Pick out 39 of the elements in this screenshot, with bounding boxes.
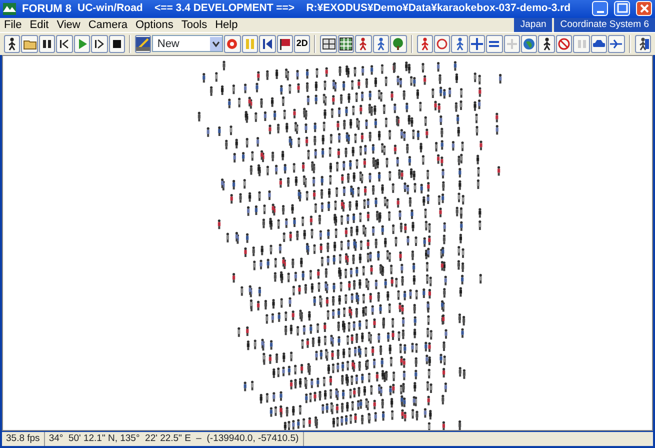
app-brand: FORUM 8 (22, 2, 72, 17)
map-grid-icon[interactable] (338, 34, 354, 53)
minimize-icon (596, 11, 604, 14)
menu-item[interactable]: Camera (84, 18, 132, 32)
app-logo-icon (3, 2, 16, 15)
flag-icon[interactable] (276, 34, 293, 53)
scene-combo-box[interactable]: New (152, 35, 224, 52)
menu-item[interactable]: Tools (177, 18, 212, 32)
plane-icon[interactable] (608, 34, 625, 53)
combo-value: New (157, 36, 180, 52)
menu-item[interactable]: View (52, 18, 84, 32)
2d-view-button[interactable]: 2D (294, 34, 310, 53)
no-entry-icon[interactable] (556, 34, 572, 53)
minimize-button[interactable] (592, 1, 608, 16)
skip-back-icon[interactable] (259, 34, 276, 53)
menu-panel-label[interactable]: Japan (512, 18, 552, 32)
menu-item[interactable]: Help (211, 18, 242, 32)
menu-item[interactable]: Options (131, 18, 178, 32)
maximize-button[interactable] (614, 1, 630, 16)
open-folder-icon[interactable] (21, 34, 38, 53)
step-forward-icon[interactable] (91, 34, 108, 53)
globe-icon[interactable] (521, 34, 538, 53)
faded-pause-icon[interactable] (573, 34, 590, 53)
menu-item[interactable]: File (0, 18, 26, 32)
menu-panel-label[interactable]: Coordinate System 6 (552, 18, 655, 32)
status-text: 34° 50' 12.1" N, 135° 22' 22.5" E – (-139940.0, -57410.5) (44, 432, 304, 446)
close-button[interactable] (636, 1, 652, 16)
status-text: 35.8 fps (2, 432, 45, 446)
tree-icon[interactable] (390, 34, 406, 53)
close-icon (638, 2, 650, 16)
grid-panel-icon[interactable] (320, 34, 337, 53)
stop-icon[interactable] (108, 34, 125, 53)
pause-icon[interactable] (38, 34, 56, 53)
person-icon[interactable] (538, 34, 555, 53)
step-back-icon[interactable] (56, 34, 73, 53)
walking-person-icon[interactable] (4, 34, 20, 53)
maximize-icon (616, 2, 628, 16)
window-title: UC-win/Road <== 3.4 DEVELOPMENT ==> R:¥EXODUS¥Demo¥Data¥karaokebox-037-demo-3.rd (78, 0, 572, 16)
menu-item[interactable]: Edit (26, 18, 53, 32)
